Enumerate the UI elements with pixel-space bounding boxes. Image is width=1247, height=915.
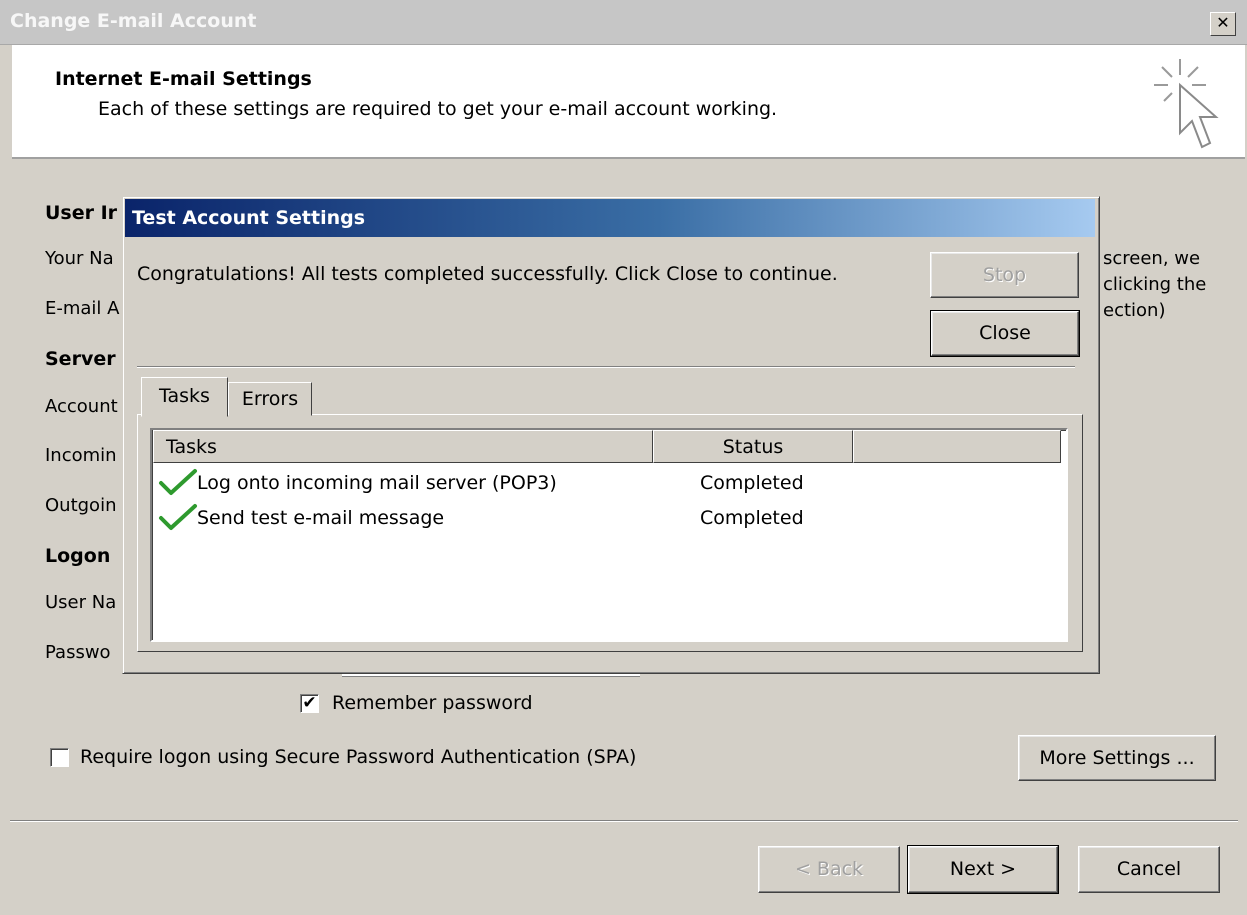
logon-info-heading: Logon bbox=[45, 545, 111, 567]
cancel-button[interactable]: Cancel bbox=[1078, 846, 1220, 893]
stop-button[interactable]: Stop bbox=[930, 252, 1079, 298]
column-header-status[interactable]: Status bbox=[653, 430, 853, 463]
header-subtitle: Each of these settings are required to g… bbox=[98, 98, 778, 120]
spa-label: Require logon using Secure Password Auth… bbox=[80, 746, 637, 768]
checkmark-icon bbox=[158, 468, 198, 496]
row-status-label: Completed bbox=[700, 507, 804, 529]
row-task-label: Send test e-mail message bbox=[197, 507, 445, 529]
next-button[interactable]: Next > bbox=[907, 845, 1059, 894]
row-task-label: Log onto incoming mail server (POP3) bbox=[197, 472, 557, 494]
dialog-message: Congratulations! All tests completed suc… bbox=[137, 263, 838, 285]
row-status-label: Completed bbox=[700, 472, 804, 494]
dialog-separator bbox=[137, 366, 1075, 368]
more-settings-button[interactable]: More Settings ... bbox=[1018, 735, 1216, 781]
incoming-server-label: Incomin bbox=[45, 445, 117, 466]
info-text-line-3: ection) bbox=[1103, 300, 1166, 321]
info-text-line-1: screen, we bbox=[1103, 248, 1201, 269]
header-title: Internet E-mail Settings bbox=[55, 68, 312, 90]
remember-password-label: Remember password bbox=[332, 692, 533, 714]
back-button[interactable]: < Back bbox=[758, 846, 900, 893]
column-header-empty[interactable] bbox=[853, 430, 1061, 463]
tab-tasks[interactable]: Tasks bbox=[141, 377, 228, 417]
remember-password-checkbox[interactable]: ✔ bbox=[300, 694, 319, 713]
column-header-tasks[interactable]: Tasks bbox=[153, 430, 653, 463]
info-text-line-2: clicking the bbox=[1103, 274, 1207, 295]
user-name-label: User Na bbox=[45, 592, 117, 613]
footer-separator bbox=[10, 820, 1238, 822]
server-info-heading: Server bbox=[45, 348, 116, 370]
window-title: Change E-mail Account bbox=[10, 10, 257, 32]
close-button[interactable]: Close bbox=[930, 310, 1080, 357]
password-label: Passwo bbox=[45, 642, 111, 663]
spa-checkbox[interactable] bbox=[50, 748, 69, 767]
cursor-sparkle-icon bbox=[1150, 55, 1225, 153]
your-name-label: Your Na bbox=[45, 248, 114, 269]
tab-errors[interactable]: Errors bbox=[228, 382, 312, 416]
window-close-button[interactable]: ✕ bbox=[1210, 12, 1236, 36]
dialog-title: Test Account Settings bbox=[132, 207, 366, 229]
account-type-label: Account bbox=[45, 396, 118, 417]
outgoing-server-label: Outgoin bbox=[45, 495, 117, 516]
email-address-label: E-mail A bbox=[45, 298, 120, 319]
user-info-heading: User Ir bbox=[45, 202, 118, 224]
checkmark-icon bbox=[158, 503, 198, 531]
